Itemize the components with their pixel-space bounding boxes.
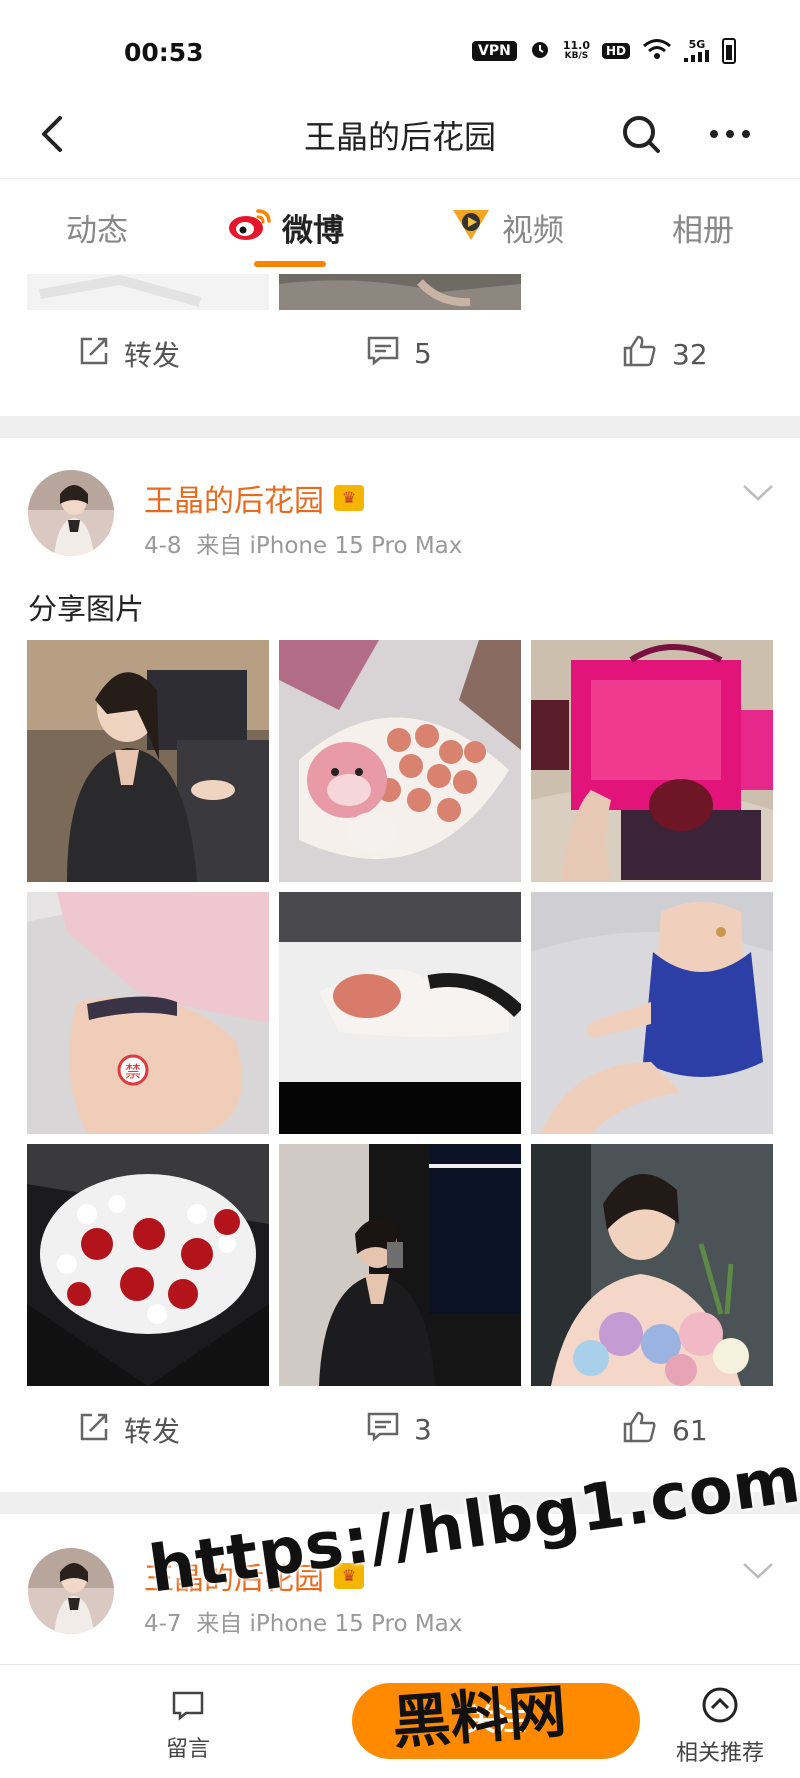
chevron-down-icon[interactable] (740, 482, 776, 504)
comment-button[interactable]: 3 (366, 1410, 432, 1449)
more-dots-icon[interactable] (700, 106, 760, 162)
vip-crown-icon: ♛ (334, 485, 364, 511)
tab-video[interactable]: 视频 (450, 205, 564, 250)
status-icons: VPN 11.0 KB/S HD 5G (472, 38, 736, 64)
alarm-icon (529, 38, 551, 64)
tab-label: 动态 (66, 213, 128, 249)
comment-button[interactable]: 5 (366, 334, 432, 373)
comment-count: 3 (414, 1413, 432, 1446)
hd-icon: HD (601, 43, 630, 59)
message-icon (170, 1691, 206, 1725)
avatar[interactable] (28, 1548, 114, 1634)
wifi-icon (642, 38, 672, 64)
post-date: 4-7 (144, 1611, 182, 1637)
post-separator (0, 416, 800, 438)
tab-bar: 动态 微博 视频 相册 (0, 178, 800, 274)
video-icon (450, 206, 492, 250)
image-grid: 禁 (27, 640, 773, 1386)
leave-message-label: 留言 (165, 1737, 210, 1762)
battery-icon (722, 38, 736, 64)
repost-icon (78, 1411, 110, 1450)
post-meta: 4-7 来自 iPhone 15 Pro Max (144, 1604, 462, 1638)
repost-label: 转发 (124, 1415, 181, 1448)
repost-button[interactable]: 转发 (78, 1410, 180, 1450)
post-image-6[interactable] (531, 892, 773, 1134)
comment-count: 5 (414, 337, 432, 370)
watermark-badge: 黑料网 (390, 1677, 569, 1757)
tab-weibo[interactable]: 微博 (228, 205, 344, 250)
post-image-7[interactable] (27, 1144, 269, 1386)
author-label: 王晶的后花园 (144, 484, 324, 519)
post-header: 王晶的后花园 ♛ 4-8 来自 iPhone 15 Pro Max (0, 470, 800, 580)
previous-post-actions: 转发 5 32 (0, 312, 800, 396)
previous-post-images (0, 274, 800, 312)
weibo-logo-icon (228, 206, 272, 250)
network-speed: 11.0 KB/S (562, 39, 590, 61)
related-recommend-label: 相关推荐 (675, 1741, 764, 1766)
vpn-icon: VPN (472, 41, 517, 61)
post-source: 来自 iPhone 15 Pro Max (196, 533, 463, 559)
nav-bar: 王晶的后花园 (0, 90, 800, 178)
censor-badge: 禁 (125, 1062, 141, 1081)
post-text: 分享图片 (28, 592, 145, 626)
post-image-1[interactable] (27, 640, 269, 882)
tab-dynamic[interactable]: 动态 (66, 205, 128, 250)
thumbs-up-icon (622, 1410, 658, 1451)
comment-icon (366, 1410, 400, 1449)
tab-label: 相册 (672, 213, 734, 249)
post-date: 4-8 (144, 533, 182, 559)
search-icon[interactable] (614, 106, 670, 162)
feed: 转发 5 32 王晶的后花园 ♛ 4-8 来自 iPhone 15 Pro Ma… (0, 274, 800, 1664)
chevron-down-icon[interactable] (740, 1560, 776, 1582)
post-image-2[interactable] (279, 640, 521, 882)
post-meta: 4-8 来自 iPhone 15 Pro Max (144, 526, 462, 560)
like-count: 32 (672, 338, 708, 371)
post-image-4[interactable]: 禁 (27, 892, 269, 1134)
comment-icon (366, 334, 400, 373)
author-name[interactable]: 王晶的后花园 ♛ (144, 476, 364, 520)
tab-label: 微博 (282, 213, 344, 249)
tab-label: 视频 (502, 213, 564, 249)
active-tab-indicator (254, 261, 326, 267)
related-recommend-button[interactable]: 相关推荐 (660, 1685, 780, 1767)
chevron-up-circle-icon (700, 1687, 740, 1729)
post-image-9[interactable] (531, 1144, 773, 1386)
status-time: 00:53 (124, 38, 204, 67)
post-image-3[interactable] (531, 640, 773, 882)
leave-message-button[interactable]: 留言 (148, 1689, 228, 1763)
thumbs-up-icon (622, 334, 658, 375)
like-button[interactable]: 61 (622, 1410, 708, 1451)
avatar[interactable] (28, 470, 114, 556)
status-bar: 00:53 VPN 11.0 KB/S HD 5G (0, 0, 800, 90)
post-image-5[interactable] (279, 892, 521, 1134)
repost-label: 转发 (124, 339, 181, 372)
like-count: 61 (672, 1414, 708, 1447)
tab-album[interactable]: 相册 (672, 205, 734, 250)
page-title: 王晶的后花园 (303, 118, 496, 156)
repost-icon (78, 335, 110, 374)
signal-icon: 5G (684, 39, 710, 64)
post-image-8[interactable] (279, 1144, 521, 1386)
post-source: 来自 iPhone 15 Pro Max (196, 1611, 463, 1637)
repost-button[interactable]: 转发 (78, 334, 180, 374)
like-button[interactable]: 32 (622, 334, 708, 375)
